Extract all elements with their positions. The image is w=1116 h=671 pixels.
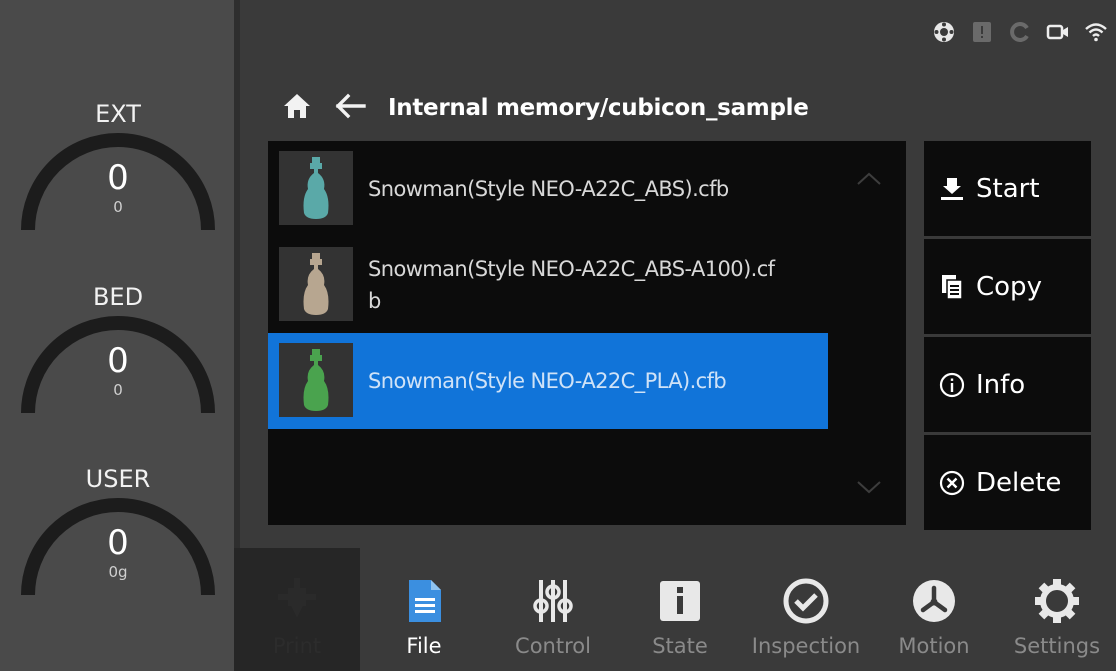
delete-button[interactable]: Delete <box>924 435 1091 530</box>
alert-icon <box>970 20 994 44</box>
bed-gauge-label: BED <box>92 283 144 311</box>
bed-gauge-target: 0 <box>113 381 123 399</box>
ext-gauge: EXT 0 0 <box>18 100 218 230</box>
info-label: Info <box>976 369 1026 400</box>
bottom-nav: Print File Control State Inspection Moti… <box>234 548 1116 671</box>
nav-state-label: State <box>652 634 708 658</box>
file-row-selected[interactable]: Snowman(Style NEO-A22C_PLA).cfb <box>268 333 828 429</box>
state-icon <box>655 576 705 626</box>
printer-screen: EXT 0 0 BED 0 0 USER 0 0g Internal memor… <box>0 0 1116 671</box>
file-row[interactable]: Snowman(Style NEO-A22C_ABS).cfb <box>268 141 828 237</box>
current-path: Internal memory/cubicon_sample <box>388 95 809 121</box>
home-icon[interactable] <box>282 92 312 125</box>
nav-motion[interactable]: Motion <box>870 548 998 671</box>
back-arrow-icon[interactable] <box>334 93 366 124</box>
gear-icon <box>1032 576 1082 626</box>
status-bar <box>932 20 1108 44</box>
file-name: Snowman(Style NEO-A22C_ABS).cfb <box>368 177 729 201</box>
file-icon <box>399 576 449 626</box>
nav-print[interactable]: Print <box>234 548 360 671</box>
file-name: Snowman(Style NEO-A22C_ABS-A100).cf b <box>368 257 775 313</box>
scroll-down-icon[interactable] <box>854 477 884 497</box>
nav-state[interactable]: State <box>618 548 742 671</box>
start-label: Start <box>976 173 1040 204</box>
delete-icon <box>938 469 966 497</box>
bed-gauge-value: 0 <box>107 341 129 381</box>
motion-icon <box>909 576 959 626</box>
nozzle-icon <box>272 576 322 626</box>
bed-gauge: BED 0 0 <box>18 283 218 413</box>
file-row[interactable]: Snowman(Style NEO-A22C_ABS-A100).cf b <box>268 237 828 333</box>
start-button[interactable]: Start <box>924 141 1091 236</box>
file-name: Snowman(Style NEO-A22C_PLA).cfb <box>368 369 727 393</box>
nav-motion-label: Motion <box>898 634 970 658</box>
ext-gauge-target: 0 <box>113 198 123 216</box>
user-gauge: USER 0 0g <box>18 465 218 595</box>
nav-print-label: Print <box>272 634 322 658</box>
info-button[interactable]: Info <box>924 337 1091 432</box>
info-icon <box>938 371 966 399</box>
file-thumbnail <box>279 343 353 417</box>
nav-control[interactable]: Control <box>488 548 618 671</box>
file-thumbnail <box>279 247 353 321</box>
sliders-icon <box>528 576 578 626</box>
print-start-icon <box>938 175 966 203</box>
nav-settings[interactable]: Settings <box>998 548 1116 671</box>
check-circle-icon <box>781 576 831 626</box>
breadcrumb: Internal memory/cubicon_sample <box>282 88 809 128</box>
sync-icon <box>1008 20 1032 44</box>
user-gauge-label: USER <box>85 465 151 493</box>
user-gauge-weight: 0g <box>108 563 128 581</box>
nav-inspection[interactable]: Inspection <box>742 548 870 671</box>
file-thumbnail <box>279 151 353 225</box>
nav-settings-label: Settings <box>1013 634 1101 658</box>
nav-file[interactable]: File <box>360 548 488 671</box>
file-list[interactable]: Snowman(Style NEO-A22C_ABS).cfb Snowman(… <box>268 141 906 525</box>
ext-gauge-label: EXT <box>95 100 141 128</box>
temperature-panel: EXT 0 0 BED 0 0 USER 0 0g <box>0 0 234 671</box>
delete-label: Delete <box>976 467 1062 498</box>
nav-file-label: File <box>406 634 442 658</box>
camera-icon <box>1046 20 1070 44</box>
wifi-icon <box>1084 20 1108 44</box>
copy-icon <box>938 273 966 301</box>
ext-gauge-value: 0 <box>107 158 129 198</box>
scroll-up-icon[interactable] <box>854 169 884 189</box>
nav-inspection-label: Inspection <box>751 634 861 658</box>
copy-label: Copy <box>976 271 1042 302</box>
user-gauge-value: 0 <box>107 523 129 563</box>
network-hub-icon <box>932 20 956 44</box>
copy-button[interactable]: Copy <box>924 239 1091 334</box>
nav-control-label: Control <box>515 634 591 658</box>
